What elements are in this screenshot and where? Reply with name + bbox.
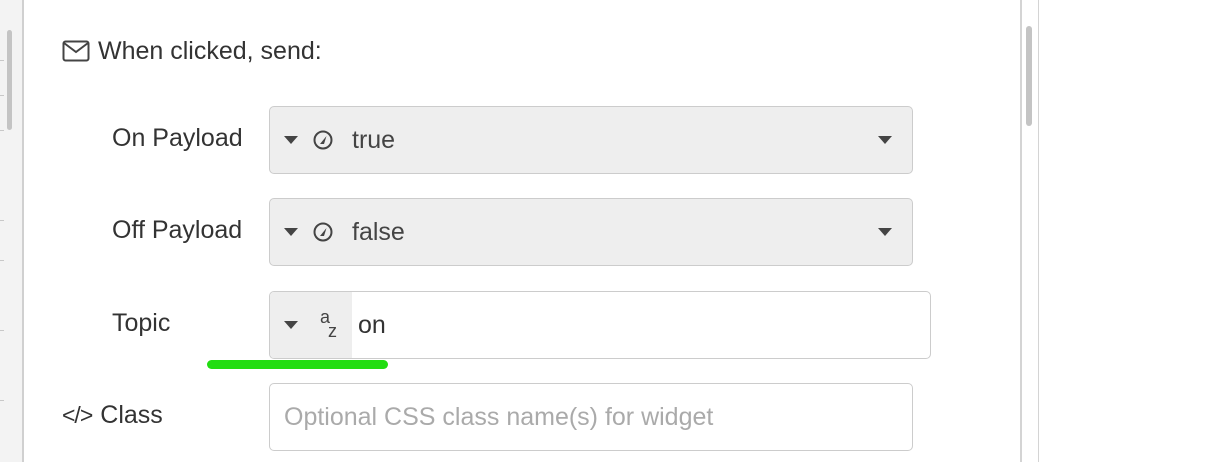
on-payload-input[interactable]: true: [269, 106, 913, 174]
boolean-icon: [312, 129, 342, 151]
section-title: When clicked, send:: [98, 36, 322, 65]
topic-type-selector[interactable]: a z: [270, 292, 352, 358]
boolean-icon: [312, 221, 342, 243]
caret-down-icon: [284, 228, 298, 236]
type-selector-caret[interactable]: [270, 199, 312, 265]
on-payload-value: true: [352, 125, 396, 154]
chevron-down-icon: [878, 136, 892, 144]
value-dropdown-caret[interactable]: [858, 228, 912, 236]
workspace-grid-tick: [0, 95, 4, 96]
off-payload-input[interactable]: false: [269, 198, 913, 266]
send-section-header: When clicked, send:: [62, 36, 322, 66]
workspace-edge: [0, 0, 24, 462]
az-icon-z: z: [328, 321, 337, 341]
code-icon: </>: [62, 401, 93, 428]
workspace-grid-tick: [0, 330, 4, 331]
node-edit-tray: When clicked, send: On Payload true Off …: [0, 0, 1220, 462]
string-az-icon: a z: [312, 305, 342, 345]
class-label-row: </> Class: [62, 400, 163, 430]
class-label: Class: [100, 400, 163, 429]
value-dropdown-caret[interactable]: [858, 136, 912, 144]
off-payload-value: false: [352, 217, 405, 246]
topic-input[interactable]: a z on: [269, 291, 931, 359]
type-selector-caret[interactable]: [270, 292, 312, 358]
workspace-grid-tick: [0, 60, 4, 61]
topic-value[interactable]: on: [358, 311, 386, 340]
type-selector-caret[interactable]: [270, 107, 312, 173]
workspace-scrollbar-thumb[interactable]: [7, 30, 12, 130]
class-input[interactable]: [269, 383, 913, 451]
chevron-down-icon: [878, 228, 892, 236]
caret-down-icon: [284, 321, 298, 329]
workspace-grid-tick: [0, 220, 4, 221]
on-payload-label: On Payload: [112, 124, 243, 152]
envelope-icon: [62, 40, 90, 62]
workspace-grid-tick: [0, 260, 4, 261]
workspace-grid-tick: [0, 130, 4, 131]
caret-down-icon: [284, 136, 298, 144]
topic-label: Topic: [112, 309, 171, 337]
focus-highlight: [207, 360, 388, 369]
tray-scrollbar-thumb[interactable]: [1026, 26, 1032, 126]
off-payload-label: Off Payload: [112, 216, 243, 244]
workspace-grid-tick: [0, 400, 4, 401]
